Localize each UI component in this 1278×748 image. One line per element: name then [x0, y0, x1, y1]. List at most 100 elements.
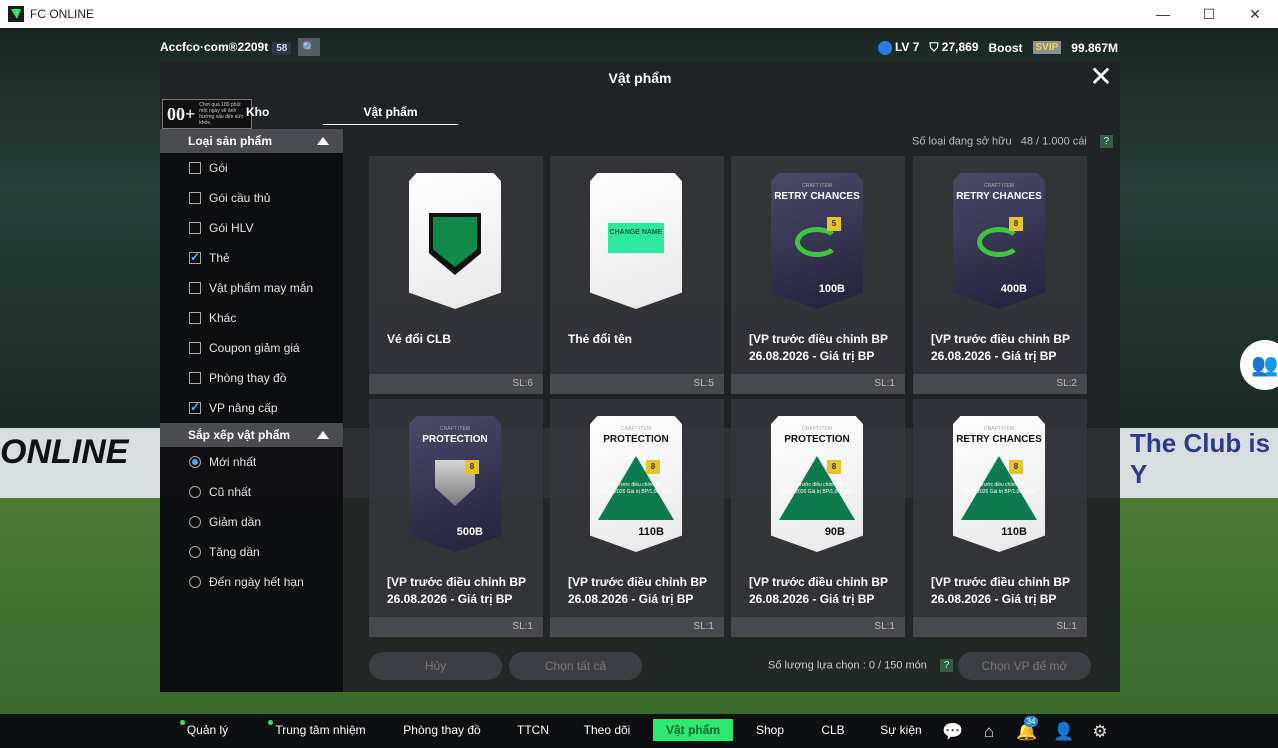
modal-title: Vật phẩm [608, 70, 672, 86]
checkbox[interactable] [189, 222, 201, 234]
nav-su-kien[interactable]: Sự kiện [878, 714, 924, 748]
checkbox[interactable] [189, 162, 201, 174]
filter-option[interactable]: Vật phẩm may mắn [160, 273, 343, 303]
profile-icon[interactable]: 👤 [1053, 722, 1074, 742]
filter-option[interactable]: Phòng thay đồ [160, 363, 343, 393]
bp-value: 99.867M [1071, 40, 1118, 55]
boost-badge: 8 [1009, 460, 1023, 474]
close-window-button[interactable]: ✕ [1232, 0, 1278, 28]
level-indicator: LV 7 [877, 40, 919, 55]
checkbox[interactable] [189, 250, 201, 264]
nav-theo-doi[interactable]: Theo dõi [582, 714, 632, 748]
sort-option[interactable]: Mới nhất [160, 447, 343, 477]
nav-trung-tam-nhiem-vu[interactable]: Trung tâm nhiệm vụ [264, 714, 370, 748]
product-type-list: Gói Gói cầu thủ Gói HLV Thẻ Vật phẩm may mắn… [160, 153, 343, 423]
craft-item-label: CRAFT ITEM [984, 183, 1014, 189]
bp-value-label: 400B [1000, 283, 1027, 295]
radio-button[interactable] [189, 576, 201, 588]
help-icon[interactable]: ? [1099, 135, 1113, 148]
boost-badge: 5 [827, 217, 841, 231]
radio-button[interactable] [189, 486, 201, 498]
filter-option-label: VP nâng cấp [209, 401, 278, 415]
checkbox[interactable] [189, 372, 201, 384]
nav-shop[interactable]: Shop [752, 714, 788, 748]
checkbox[interactable] [189, 192, 201, 204]
home-icon[interactable]: ⌂ [979, 722, 999, 742]
filter-option[interactable]: Gói [160, 153, 343, 183]
filter-option-label: Phòng thay đồ [209, 371, 287, 385]
nav-clb[interactable]: CLB [816, 714, 850, 748]
nav-quan-ly-ct[interactable]: Quản lý CT [172, 714, 236, 748]
filter-option[interactable]: Coupon giảm giá [160, 333, 343, 363]
sort-header[interactable]: Sắp xếp vật phẩm [160, 423, 343, 447]
boost-label: Boost [988, 40, 1023, 55]
checkbox[interactable] [189, 312, 201, 324]
item-card[interactable]: CRAFT ITEM PROTECTION 8 500B [VP trước điều … [369, 399, 543, 637]
fc-online-logo-icon [8, 6, 24, 22]
item-name: [VP trước điều chỉnh BP 26.08.2026 - Giá… [749, 332, 888, 363]
nav-vat-pham[interactable]: Vật phẩm [653, 719, 733, 741]
bp-value-label: 110B [638, 526, 664, 538]
filter-option[interactable]: Khác [160, 303, 343, 333]
filter-option[interactable]: Gói HLV [160, 213, 343, 243]
notification-badge: 34 [1024, 716, 1038, 727]
item-card[interactable]: Vé đổi CLB SL:6 [369, 156, 543, 394]
search-icon: 🔍 [302, 41, 316, 54]
sort-option[interactable]: Tăng dần [160, 537, 343, 567]
minimize-button[interactable]: — [1140, 0, 1186, 28]
filter-option[interactable]: VP nâng cấp [160, 393, 343, 423]
bp-value-label: 100B [818, 283, 845, 295]
sort-option[interactable]: Giảm dần [160, 507, 343, 537]
account-level: 58 [272, 42, 292, 55]
product-type-header[interactable]: Loại sản phẩm [160, 129, 343, 153]
item-quantity: SL:1 [369, 617, 543, 637]
checkbox[interactable] [189, 342, 201, 354]
item-name: [VP trước điều chỉnh BP 26.08.2026 - Giá… [931, 575, 1070, 606]
item-quantity: SL:5 [550, 374, 724, 394]
boost-badge: 8 [1009, 217, 1023, 231]
nav-ttcn[interactable]: TTCN [512, 714, 554, 748]
sort-title: Sắp xếp vật phẩm [188, 428, 291, 442]
radio-button[interactable] [189, 456, 201, 468]
bp-value-label: 500B [456, 526, 483, 538]
tab-kho[interactable]: Kho [246, 105, 269, 119]
tab-vat-pham[interactable]: Vật phẩm [323, 99, 458, 125]
filter-option-label: Khác [209, 311, 237, 325]
sort-option-label: Tăng dần [209, 545, 260, 559]
item-card[interactable]: CRAFT ITEM RETRY CHANCES VP trước điều chỉ… [913, 399, 1087, 637]
product-type-title: Loại sản phẩm [188, 134, 273, 148]
sort-option[interactable]: Cũ nhất [160, 477, 343, 507]
help-icon[interactable]: ? [939, 659, 953, 672]
art-title: RETRY CHANCES [774, 191, 860, 202]
gear-icon[interactable]: ⚙ [1090, 722, 1110, 742]
item-card[interactable]: CRAFT ITEM PROTECTION VP trước điều chỉnh … [731, 399, 905, 637]
maximize-button[interactable]: ☐ [1186, 0, 1232, 28]
cancel-button[interactable]: Hủy [369, 652, 502, 680]
bottom-nav: Quản lý CT Trung tâm nhiệm vụ Phòng thay… [0, 714, 1278, 748]
coins-indicator: ⛉ 27,869 [929, 40, 978, 55]
sort-option-label: Giảm dần [209, 515, 262, 529]
item-card[interactable]: CRAFT ITEM RETRY CHANCES 5 100B [VP trước đi… [731, 156, 905, 394]
item-card[interactable]: CRAFT ITEM PROTECTION VP trước điều chỉnh … [550, 399, 724, 637]
filter-option[interactable]: Gói cầu thủ [160, 183, 343, 213]
item-card[interactable]: CHANGE NAME Thẻ đổi tên SL:5 [550, 156, 724, 394]
open-items-button[interactable]: Chọn VP để mở [958, 652, 1091, 680]
radio-button[interactable] [189, 516, 201, 528]
checkbox[interactable] [189, 282, 201, 294]
item-name: [VP trước điều chỉnh BP 26.08.2026 - Giá… [749, 575, 888, 606]
nav-phong-thay-do[interactable]: Phòng thay đồ [402, 714, 482, 748]
item-card[interactable]: CRAFT ITEM RETRY CHANCES 8 400B [VP trước đi… [913, 156, 1087, 394]
item-quantity: SL:1 [913, 617, 1087, 637]
radio-button[interactable] [189, 546, 201, 558]
close-modal-button[interactable]: ✕ [1088, 63, 1114, 92]
chat-icon[interactable]: 💬 [942, 722, 963, 742]
new-dot-icon [268, 720, 274, 725]
select-all-button[interactable]: Chọn tất cả [509, 652, 642, 680]
boost-badge: 8 [646, 460, 660, 474]
checkbox[interactable] [189, 400, 201, 414]
bp-value-label: 90B [824, 526, 845, 538]
triangle-text: VP trước điều chỉnh BP 26.08.2026 Giá tr… [781, 482, 853, 495]
filter-option[interactable]: Thẻ [160, 243, 343, 273]
sort-option[interactable]: Đến ngày hết hạn [160, 567, 343, 597]
search-button[interactable]: 🔍 [298, 38, 320, 56]
